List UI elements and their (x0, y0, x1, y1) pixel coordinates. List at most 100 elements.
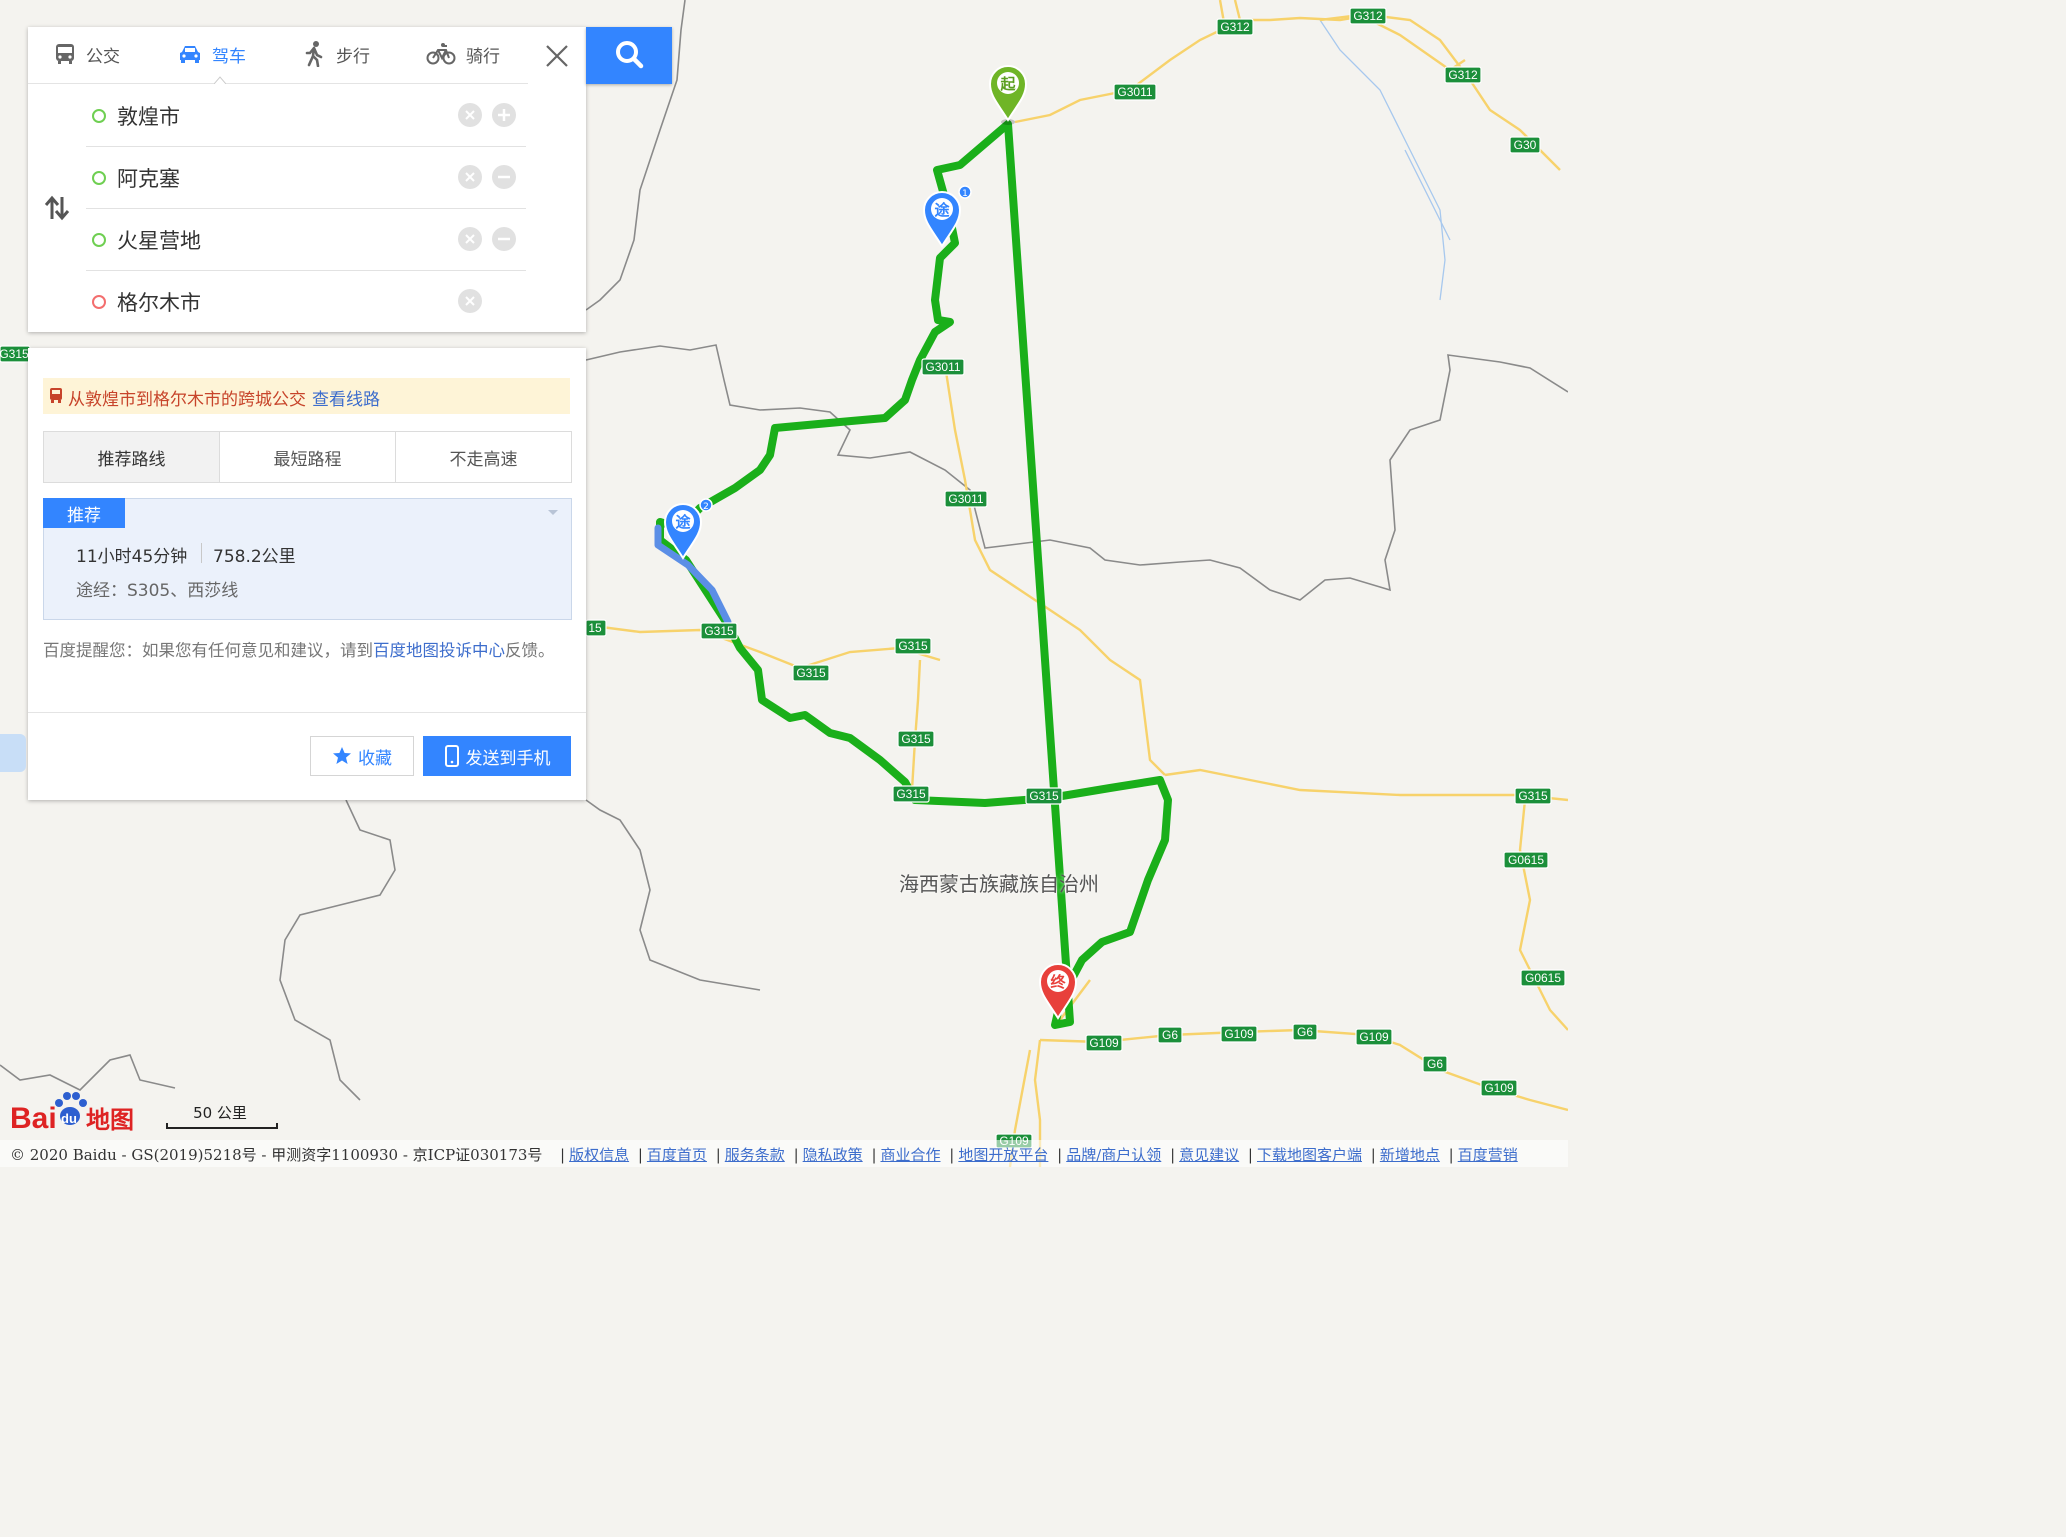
via-marker-2-label: 途 (675, 513, 691, 531)
via-dot-icon (92, 171, 106, 185)
tab-drive-label: 驾车 (212, 46, 246, 67)
favorite-button[interactable]: 收藏 (310, 736, 414, 776)
tab-walk[interactable]: 步行 (302, 37, 370, 71)
svg-text:G315: G315 (796, 666, 826, 680)
svg-text:G315: G315 (1518, 789, 1548, 803)
svg-text:G6: G6 (1297, 1025, 1313, 1039)
end-stop-input[interactable]: 格尔木市 (117, 287, 201, 317)
svg-text:G109: G109 (1359, 1030, 1389, 1044)
remove-stop-icon[interactable] (492, 165, 516, 189)
svg-text:G6: G6 (1162, 1028, 1178, 1042)
shield-g30: G30 (1509, 136, 1541, 154)
shield-g0615: G0615 (1503, 851, 1549, 869)
shield-g315: G315 (1514, 787, 1552, 805)
tab-bike[interactable]: 骑行 (426, 37, 500, 71)
start-stop-input[interactable]: 敦煌市 (117, 101, 180, 131)
shield-g109: G109 (1355, 1028, 1393, 1046)
tab-bus-label: 公交 (86, 46, 120, 67)
footer-link[interactable]: 意见建议 (1179, 1146, 1239, 1164)
footer-link[interactable]: 隐私政策 (803, 1146, 863, 1164)
feedback-notice: 百度提醒您：如果您有任何意见和建议，请到百度地图投诉中心反馈。 (43, 636, 573, 666)
tab-shortest[interactable]: 最短路程 (219, 432, 395, 482)
svg-text:G315: G315 (898, 639, 928, 653)
shield-g109: G109 (1220, 1025, 1258, 1043)
route-plan-card[interactable]: 推荐 11小时45分钟 758.2公里 途经：S305、西莎线 (43, 498, 572, 620)
search-button[interactable] (586, 27, 672, 84)
stop-row-via-1: 阿克塞 (86, 147, 526, 209)
stop-row-end: 格尔木市 (86, 271, 526, 332)
via-marker-2-index: 2 (703, 502, 709, 512)
stop-row-start: 敦煌市 (86, 85, 526, 147)
recommended-badge: 推荐 (43, 498, 125, 528)
shield-g0615: G0615 (1520, 969, 1566, 987)
clear-stop-icon[interactable] (458, 165, 482, 189)
shield-g315: G315 (700, 622, 738, 640)
via-marker-1[interactable]: 途 1 (922, 185, 972, 248)
close-icon[interactable] (540, 39, 574, 73)
start-marker-label: 起 (999, 75, 1016, 93)
via-stop-input-1[interactable]: 阿克塞 (117, 163, 180, 193)
svg-text:G109: G109 (1484, 1081, 1514, 1095)
rivers (1319, 19, 1451, 301)
clear-stop-icon[interactable] (458, 103, 482, 127)
tab-recommended[interactable]: 推荐路线 (44, 432, 219, 482)
via-stop-input-2[interactable]: 火星营地 (117, 225, 201, 255)
svg-text:G6: G6 (1427, 1057, 1443, 1071)
footer-link[interactable]: 新增地点 (1380, 1146, 1440, 1164)
svg-text:G0615: G0615 (1525, 971, 1561, 985)
shield-g315: G315 (892, 785, 930, 803)
footer-link[interactable]: 百度营销 (1458, 1146, 1518, 1164)
scale-bar (166, 1123, 278, 1129)
stop-row-via-2: 火星营地 (86, 209, 526, 271)
send-to-phone-button[interactable]: 发送到手机 (423, 736, 571, 776)
notice-prefix: 百度提醒您：如果您有任何意见和建议，请到 (43, 641, 373, 660)
shield-g109: G109 (1480, 1079, 1518, 1097)
route-duration: 11小时45分钟 (76, 547, 188, 567)
remove-stop-icon[interactable] (492, 227, 516, 251)
svg-text:G3011: G3011 (1117, 85, 1152, 99)
svg-text:G312: G312 (1220, 20, 1250, 34)
footer-link[interactable]: 下载地图客户端 (1257, 1146, 1362, 1164)
view-bus-route-link[interactable]: 查看线路 (312, 390, 380, 410)
footer-link[interactable]: 服务条款 (725, 1146, 785, 1164)
complaint-center-link[interactable]: 百度地图投诉中心 (373, 641, 505, 660)
shield-g315: G315 (894, 637, 932, 655)
chevron-down-icon[interactable] (547, 509, 559, 517)
add-stop-icon[interactable] (492, 103, 516, 127)
tab-avoid-highway[interactable]: 不走高速 (395, 432, 571, 482)
bus-icon (56, 44, 74, 64)
swap-stops-icon[interactable] (42, 193, 72, 223)
tab-bus[interactable]: 公交 (54, 37, 120, 71)
route-via: 途经：S305、西莎线 (76, 581, 239, 601)
shield-g315: G315 (1025, 787, 1063, 805)
via-marker-1-index: 1 (962, 189, 968, 199)
svg-text:G315: G315 (1029, 789, 1059, 803)
tab-bike-label: 骑行 (466, 46, 500, 67)
svg-text:G0615: G0615 (1508, 853, 1544, 867)
route-distance: 758.2公里 (213, 547, 296, 567)
shield-g312: G312 (1444, 66, 1482, 84)
walk-icon (305, 41, 323, 67)
end-marker-label: 终 (1050, 973, 1066, 991)
svg-text:15: 15 (588, 621, 602, 635)
shield-g315: G315 (0, 345, 31, 363)
phone-icon (444, 745, 459, 767)
star-icon (333, 747, 351, 764)
footer-link[interactable]: 百度首页 (647, 1146, 707, 1164)
tab-drive[interactable]: 驾车 (178, 37, 246, 71)
divider (201, 543, 202, 563)
start-marker[interactable]: 起 (988, 65, 1028, 125)
footer-link[interactable]: 品牌/商户认领 (1066, 1146, 1161, 1164)
bus-tip-text: 从敦煌市到格尔木市的跨城公交 (68, 390, 306, 410)
svg-text:G312: G312 (1353, 9, 1383, 23)
panel-collapse-handle[interactable] (0, 734, 26, 772)
clear-stop-icon[interactable] (458, 227, 482, 251)
footer-link[interactable]: 版权信息 (569, 1146, 629, 1164)
clear-stop-icon[interactable] (458, 289, 482, 313)
intercity-bus-tip: 从敦煌市到格尔木市的跨城公交 查看线路 (43, 378, 570, 414)
footer-link[interactable]: 商业合作 (881, 1146, 941, 1164)
svg-text:du: du (61, 1111, 77, 1126)
svg-text:G109: G109 (1224, 1027, 1254, 1041)
footer-link[interactable]: 地图开放平台 (958, 1146, 1048, 1164)
notice-suffix: 反馈。 (505, 641, 555, 660)
